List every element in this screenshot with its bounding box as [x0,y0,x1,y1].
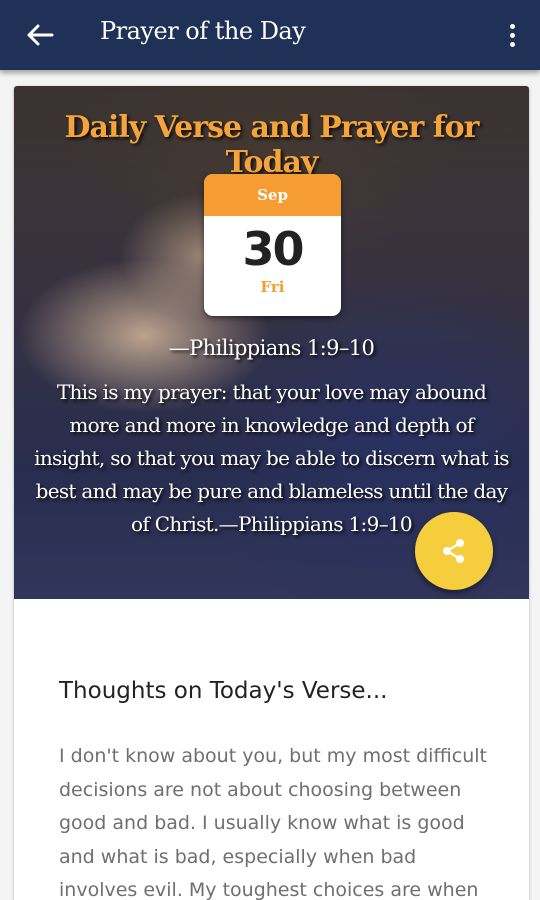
more-vert-icon-dot [509,23,515,29]
thoughts-heading: Thoughts on Today's Verse... [59,678,388,704]
overflow-menu-button[interactable] [502,17,522,53]
more-vert-icon-dot [509,32,515,38]
calendar-day: 30 [242,222,304,276]
thoughts-body: I don't know about you, but my most diff… [59,745,488,900]
share-icon [443,539,464,563]
back-button[interactable] [22,17,58,53]
calendar-month: Sep [204,174,341,216]
hero-image: Daily Verse and Prayer for Today Sep 30 … [14,86,529,599]
calendar-weekday: Fri [260,278,285,296]
more-vert-icon-dot [509,41,515,47]
verse-card: Daily Verse and Prayer for Today Sep 30 … [14,86,529,900]
share-button[interactable] [415,512,493,590]
verse-reference: —Philippians 1:9–10 [168,336,375,360]
page-title: Prayer of the Day [100,17,306,45]
hero-title: Daily Verse and Prayer for Today [64,110,480,180]
app-bar: Prayer of the Day [0,0,540,70]
calendar-icon: Sep 30 Fri [204,174,341,316]
arrow-left-icon [27,24,54,46]
